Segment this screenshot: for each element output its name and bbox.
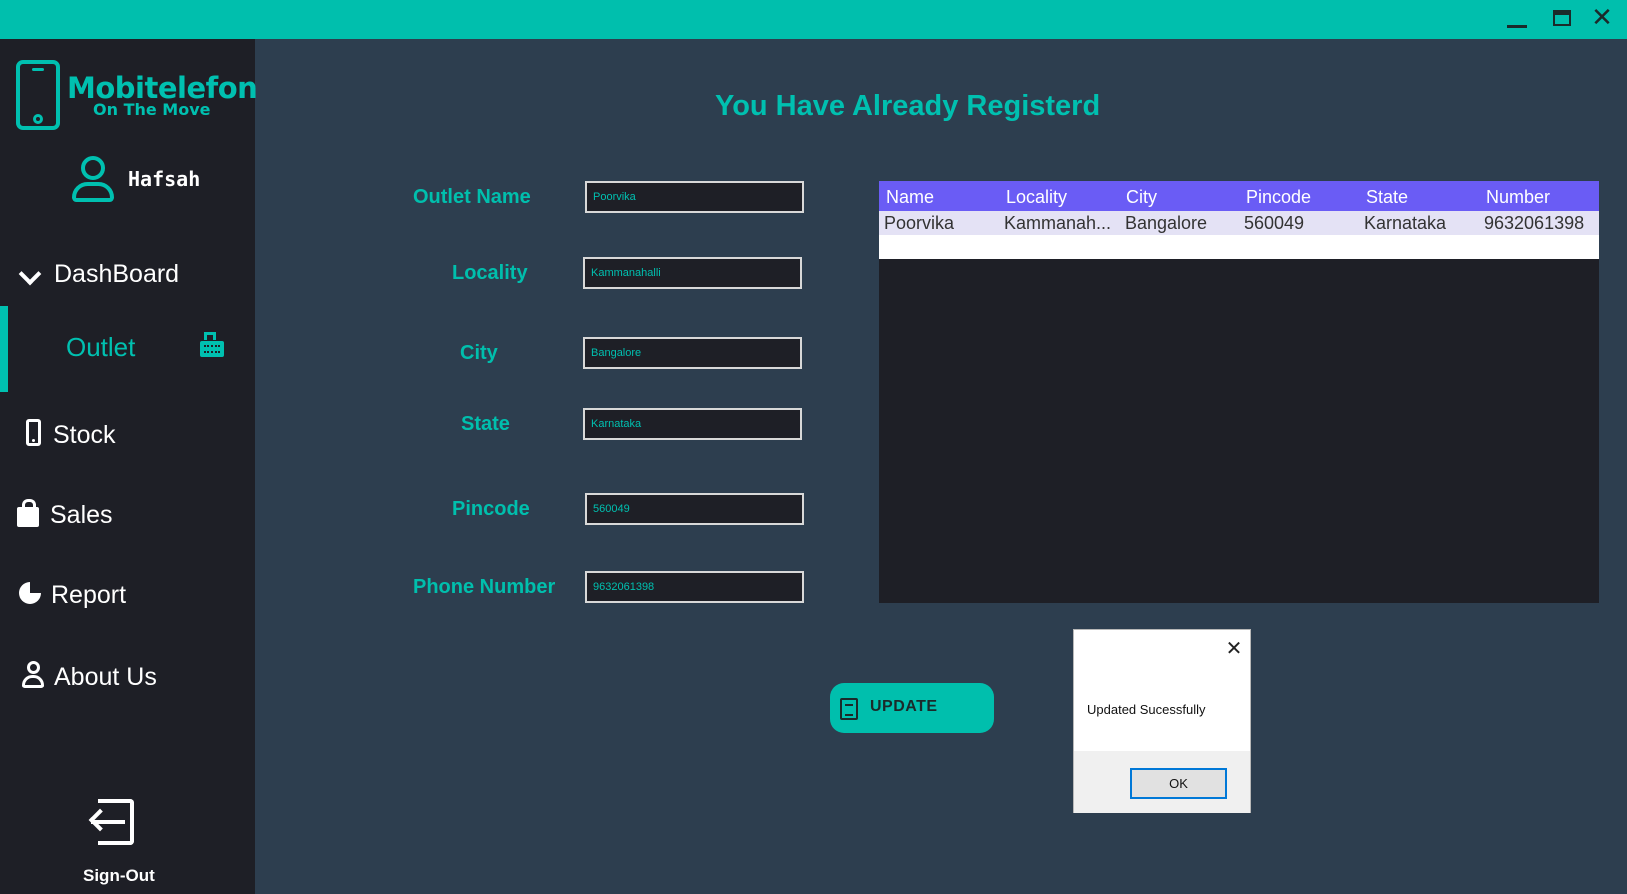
- dialog-message: Updated Sucessfully: [1087, 702, 1206, 717]
- sidebar-item-label: Stock: [53, 421, 116, 449]
- sidebar-item-label: Report: [51, 581, 127, 609]
- sidebar-item-stock[interactable]: Stock: [0, 407, 255, 467]
- sidebar-item-label: Outlet: [66, 332, 136, 362]
- table-cell: Kammanah...: [1004, 213, 1112, 233]
- column-header-pincode[interactable]: Pincode: [1246, 187, 1311, 208]
- column-header-number[interactable]: Number: [1486, 187, 1550, 208]
- maximize-icon: [1553, 10, 1571, 26]
- state-field[interactable]: Karnataka: [583, 408, 802, 440]
- pincode-label: Pincode: [452, 498, 530, 520]
- column-header-locality[interactable]: Locality: [1006, 187, 1067, 208]
- logo-subtitle: On The Move: [93, 100, 211, 119]
- table-cell: 560049: [1244, 213, 1305, 233]
- column-header-state[interactable]: State: [1366, 187, 1408, 208]
- close-button[interactable]: ✕: [1582, 2, 1622, 34]
- sidebar-item-label: Sales: [50, 501, 113, 529]
- sidebar-item-report[interactable]: Report: [0, 567, 255, 627]
- sidebar-item-sales[interactable]: Sales: [0, 487, 255, 547]
- table-row[interactable]: Poorvika Kammanah... Bangalore 560049 Ka…: [879, 211, 1599, 235]
- sidebar-item-outlet[interactable]: Outlet: [0, 306, 255, 392]
- column-header-city[interactable]: City: [1126, 187, 1157, 208]
- person-icon: [22, 661, 44, 689]
- user-icon: [70, 154, 116, 204]
- user-name: Hafsah: [128, 167, 201, 191]
- table-cell: Poorvika: [884, 213, 955, 233]
- outlet-name-field[interactable]: Poorvika: [585, 181, 804, 213]
- update-button-label: UPDATE: [870, 698, 938, 715]
- active-indicator: [0, 306, 8, 392]
- table-cell: Karnataka: [1364, 213, 1447, 233]
- ok-button[interactable]: OK: [1130, 768, 1227, 799]
- table-header: Name Locality City Pincode State Number: [879, 181, 1599, 211]
- sign-out-button[interactable]: Sign-Out: [70, 799, 190, 894]
- shopping-bag-icon: [17, 499, 39, 527]
- phone-number-label: Phone Number: [413, 576, 556, 598]
- dialog-footer: OK: [1074, 751, 1250, 813]
- page-title: You Have Already Registerd: [715, 90, 1101, 122]
- logo: Mobitelefon On The Move: [15, 59, 258, 134]
- title-bar: ✕: [0, 0, 1627, 39]
- pie-chart-icon: [19, 582, 41, 604]
- locality-field[interactable]: Kammanahalli: [583, 257, 802, 289]
- state-label: State: [461, 413, 510, 435]
- table-cell: Bangalore: [1125, 213, 1208, 233]
- sidebar-item-label: DashBoard: [54, 260, 180, 288]
- phone-number-field[interactable]: 9632061398: [585, 571, 804, 603]
- outlet-table: Name Locality City Pincode State Number …: [879, 181, 1599, 603]
- update-button[interactable]: UPDATE: [830, 683, 994, 733]
- phone-icon: [16, 60, 60, 130]
- column-header-name[interactable]: Name: [886, 187, 934, 208]
- table-cell: 9632061398: [1484, 213, 1585, 233]
- message-dialog: ✕ Updated Sucessfully OK: [1073, 629, 1251, 813]
- table-new-row[interactable]: [879, 235, 1599, 259]
- outlet-name-label: Outlet Name: [413, 186, 531, 208]
- minimize-icon: [1507, 24, 1527, 28]
- sidebar-item-dashboard[interactable]: DashBoard: [0, 246, 255, 306]
- maximize-button[interactable]: [1542, 2, 1582, 34]
- chevron-down-icon: [18, 262, 42, 286]
- cash-register-icon: [200, 332, 224, 358]
- sidebar-item-label: About Us: [54, 663, 157, 691]
- pincode-field[interactable]: 560049: [585, 493, 804, 525]
- sidebar: Mobitelefon On The Move Hafsah DashBoard…: [0, 39, 258, 894]
- edit-note-icon: [840, 698, 858, 720]
- mobile-icon: [26, 419, 41, 446]
- dialog-close-button[interactable]: ✕: [1222, 636, 1246, 660]
- sign-out-label: Sign-Out: [83, 866, 155, 885]
- sidebar-item-about-us[interactable]: About Us: [0, 649, 255, 709]
- minimize-button[interactable]: [1497, 2, 1537, 34]
- city-field[interactable]: Bangalore: [583, 337, 802, 369]
- user-profile: Hafsah: [70, 154, 240, 204]
- locality-label: Locality: [452, 262, 528, 284]
- city-label: City: [460, 342, 498, 364]
